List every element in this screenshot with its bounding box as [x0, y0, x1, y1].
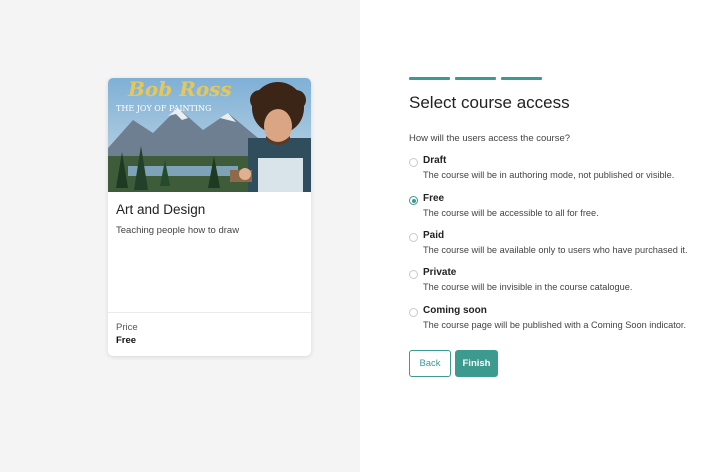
wizard-step-1 [409, 77, 450, 80]
option-paid[interactable]: Paid The course will be available only t… [409, 230, 709, 258]
option-coming-soon[interactable]: Coming soon The course page will be publ… [409, 305, 709, 333]
option-private-label: Private [423, 267, 457, 278]
option-free-description: The course will be accessible to all for… [423, 208, 599, 218]
wizard-progress [409, 77, 542, 80]
radio-free[interactable] [409, 196, 418, 205]
option-free[interactable]: Free The course will be accessible to al… [409, 193, 709, 221]
option-draft-label: Draft [423, 155, 447, 166]
cover-subtitle: THE JOY OF PAINTING [116, 104, 211, 113]
back-button[interactable]: Back [409, 350, 451, 377]
option-coming-soon-description: The course page will be published with a… [423, 320, 687, 330]
wizard-step-2 [455, 77, 496, 80]
card-divider [108, 312, 311, 313]
finish-button[interactable]: Finish [455, 350, 498, 377]
course-card: Bob Ross THE JOY OF PAINTING Art and Des… [108, 78, 311, 356]
radio-draft[interactable] [409, 158, 418, 167]
option-private-description: The course will be invisible in the cour… [423, 282, 633, 292]
price-value: Free [116, 335, 137, 346]
course-preview-panel: Bob Ross THE JOY OF PAINTING Art and Des… [0, 0, 360, 472]
price-label: Price [116, 322, 138, 333]
access-question: How will the users access the course? [409, 133, 571, 144]
wizard-step-3 [501, 77, 542, 80]
painting-illustration: Bob Ross THE JOY OF PAINTING [108, 78, 311, 192]
option-private[interactable]: Private The course will be invisible in … [409, 267, 709, 295]
cover-script-title: Bob Ross [127, 78, 232, 101]
option-paid-label: Paid [423, 230, 445, 241]
option-free-label: Free [423, 193, 445, 204]
option-paid-description: The course will be available only to use… [423, 245, 688, 255]
option-coming-soon-label: Coming soon [423, 305, 487, 316]
course-description: Teaching people how to draw [116, 225, 240, 236]
radio-private[interactable] [409, 270, 418, 279]
course-cover-image: Bob Ross THE JOY OF PAINTING [108, 78, 311, 192]
option-draft-description: The course will be in authoring mode, no… [423, 170, 675, 180]
option-draft[interactable]: Draft The course will be in authoring mo… [409, 155, 709, 183]
course-title: Art and Design [116, 202, 206, 217]
radio-paid[interactable] [409, 233, 418, 242]
course-access-form: Select course access How will the users … [360, 0, 720, 472]
page-title: Select course access [409, 93, 570, 112]
radio-coming-soon[interactable] [409, 308, 418, 317]
